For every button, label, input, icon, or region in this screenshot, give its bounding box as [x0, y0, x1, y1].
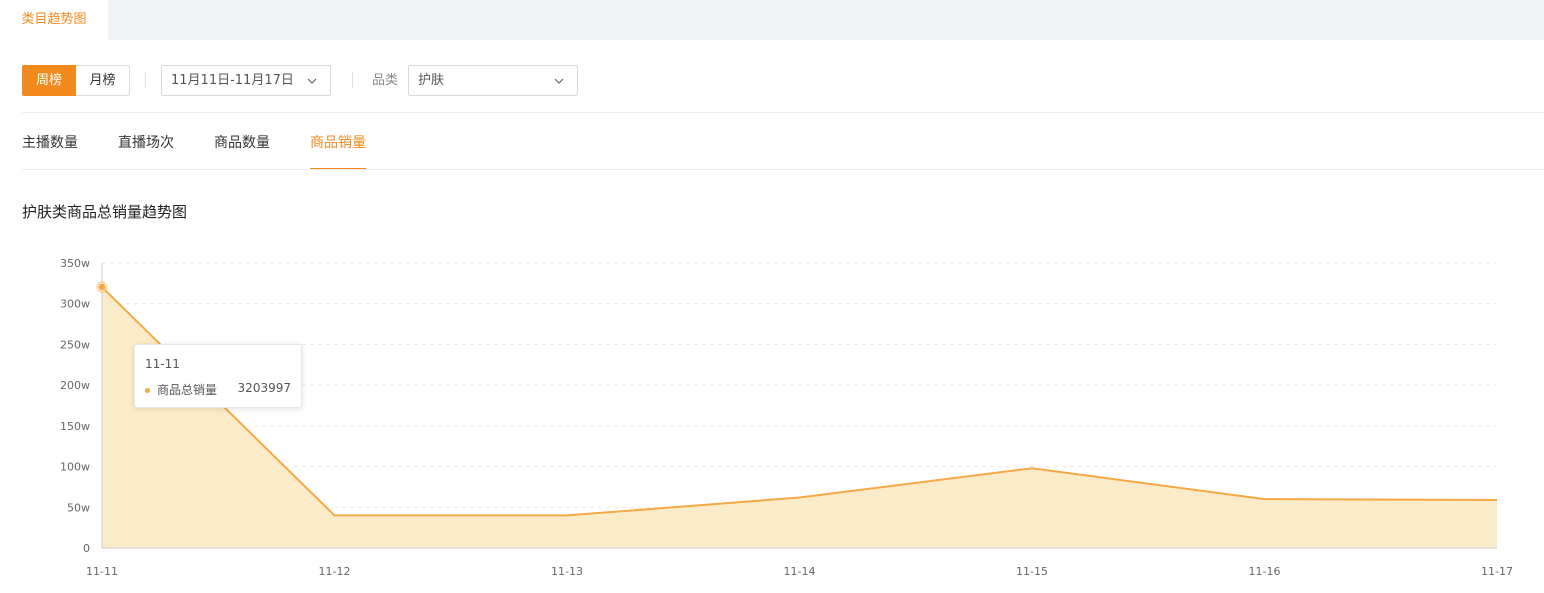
- tab-category-trend[interactable]: 类目趋势图: [0, 0, 108, 40]
- category-value: 护肤: [418, 73, 445, 88]
- y-tick-label: 0: [83, 542, 90, 555]
- chart-tooltip: 11-11 商品总销量 3203997: [134, 344, 302, 408]
- data-point: [98, 283, 106, 291]
- series-line: [101, 286, 1498, 517]
- y-tick-label: 150w: [60, 420, 90, 433]
- x-tick-label: 11-17: [1481, 565, 1513, 578]
- weekly-button[interactable]: 周榜: [22, 65, 76, 96]
- chevron-down-icon: [554, 78, 564, 84]
- x-tick-label: 11-14: [784, 565, 816, 578]
- divider: [22, 112, 1544, 113]
- tooltip-value: 3203997: [237, 381, 291, 395]
- tab-live-sessions[interactable]: 直播场次: [118, 116, 174, 170]
- x-tick-label: 11-11: [86, 565, 118, 578]
- x-tick-label: 11-15: [1016, 565, 1048, 578]
- divider: [145, 72, 146, 88]
- y-tick-label: 250w: [60, 338, 90, 351]
- tooltip-date: 11-11: [145, 357, 180, 371]
- y-tick-label: 350w: [60, 257, 90, 270]
- tab-streamer-count[interactable]: 主播数量: [22, 116, 78, 170]
- date-range-select[interactable]: 11月11日-11月17日: [161, 65, 331, 96]
- tooltip-series-name: 商品总销量: [157, 383, 218, 397]
- series-marker: [145, 388, 150, 393]
- x-tick-label: 11-13: [551, 565, 583, 578]
- chart-title: 护肤类商品总销量趋势图: [22, 203, 188, 221]
- category-label: 品类: [372, 73, 399, 88]
- y-tick-label: 200w: [60, 379, 90, 392]
- y-tick-label: 50w: [67, 501, 90, 514]
- chevron-down-icon: [307, 78, 317, 84]
- period-toggle: 周榜 月榜: [22, 65, 130, 96]
- y-tick-label: 100w: [60, 461, 90, 474]
- y-tick-label: 300w: [60, 298, 90, 311]
- tab-product-sales[interactable]: 商品销量: [310, 116, 366, 170]
- date-range-value: 11月11日-11月17日: [171, 73, 294, 88]
- tab-product-count[interactable]: 商品数量: [214, 116, 270, 170]
- x-tick-label: 11-16: [1249, 565, 1281, 578]
- category-select[interactable]: 护肤: [408, 65, 578, 96]
- sales-trend-chart: 0 50w 100w 150w 200w 250w 300w 350w 11-11 11-12 11…: [60, 257, 1513, 578]
- x-tick-label: 11-12: [319, 565, 351, 578]
- monthly-button[interactable]: 月榜: [76, 65, 130, 96]
- divider: [352, 72, 353, 88]
- series-area: [102, 287, 1497, 548]
- divider: [22, 169, 1544, 170]
- top-tab-bar: 类目趋势图: [0, 0, 1544, 40]
